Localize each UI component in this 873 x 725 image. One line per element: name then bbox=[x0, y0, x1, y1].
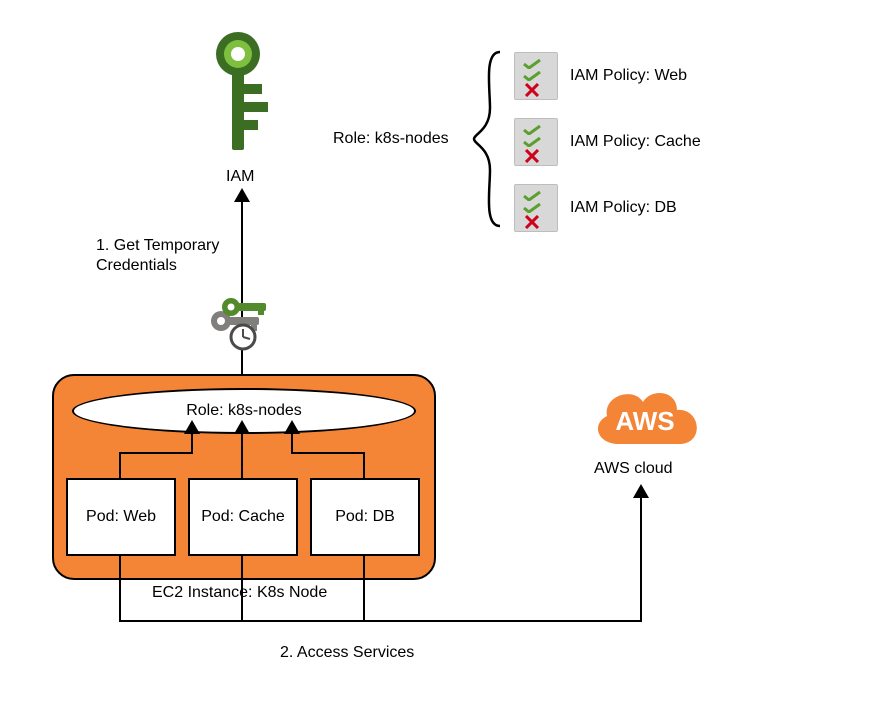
access-cache-drop bbox=[241, 554, 243, 622]
policy-db-label: IAM Policy: DB bbox=[570, 199, 677, 217]
temporary-credentials-icon bbox=[205, 295, 275, 351]
policy-db-row: IAM Policy: DB bbox=[514, 184, 677, 232]
aws-cloud-icon: AWS bbox=[585, 380, 705, 456]
ec2-instance-label: EC2 Instance: K8s Node bbox=[152, 584, 327, 602]
policy-document-icon bbox=[514, 52, 558, 100]
policy-cache-row: IAM Policy: Cache bbox=[514, 118, 701, 166]
policy-document-icon bbox=[514, 118, 558, 166]
arrow-pod-web-to-role-v2 bbox=[191, 432, 193, 454]
arrow-pod-db-to-role-head bbox=[284, 420, 300, 434]
role-oval-label: Role: k8s-nodes bbox=[186, 402, 302, 420]
arrow-pod-web-to-role-h bbox=[119, 452, 193, 454]
iam-label: IAM bbox=[226, 168, 254, 186]
iam-key-icon bbox=[210, 32, 274, 162]
pod-db-label: Pod: DB bbox=[335, 508, 395, 526]
pod-db-box: Pod: DB bbox=[310, 478, 420, 556]
curly-brace-icon bbox=[472, 48, 504, 230]
step-1-label: 1. Get Temporary Credentials bbox=[96, 236, 219, 276]
arrow-pod-web-to-role-v bbox=[119, 452, 121, 478]
arrow-pod-db-to-role-v2 bbox=[291, 432, 293, 454]
access-to-cloud-v bbox=[640, 496, 642, 622]
arrow-pod-db-to-role-h bbox=[291, 452, 365, 454]
step-2-label: 2. Access Services bbox=[280, 644, 414, 662]
arrow-pod-cache-to-role-v bbox=[241, 432, 243, 478]
access-db-drop bbox=[363, 554, 365, 622]
pod-web-label: Pod: Web bbox=[86, 508, 156, 526]
policy-web-row: IAM Policy: Web bbox=[514, 52, 687, 100]
policy-document-icon bbox=[514, 184, 558, 232]
policy-cache-label: IAM Policy: Cache bbox=[570, 133, 701, 151]
arrow-pod-db-to-role-v bbox=[363, 452, 365, 478]
access-to-cloud-head bbox=[633, 484, 649, 498]
pod-cache-box: Pod: Cache bbox=[188, 478, 298, 556]
access-bus-line bbox=[119, 620, 642, 622]
role-top-label: Role: k8s-nodes bbox=[333, 130, 449, 148]
policy-web-label: IAM Policy: Web bbox=[570, 67, 687, 85]
arrow-pod-web-to-role-head bbox=[184, 420, 200, 434]
access-web-drop bbox=[119, 554, 121, 622]
aws-logo-text: AWS bbox=[615, 406, 674, 436]
arrow-role-to-iam-line bbox=[241, 200, 243, 388]
pod-web-box: Pod: Web bbox=[66, 478, 176, 556]
aws-cloud-caption: AWS cloud bbox=[594, 460, 673, 478]
pod-cache-label: Pod: Cache bbox=[201, 508, 285, 526]
arrow-pod-cache-to-role-head bbox=[234, 420, 250, 434]
